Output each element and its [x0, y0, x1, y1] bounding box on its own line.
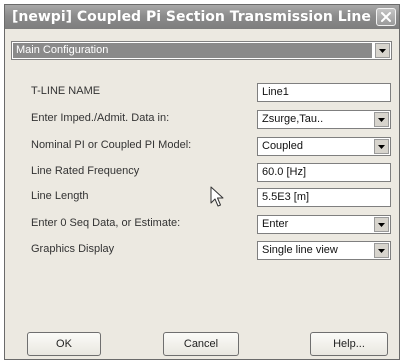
graphics-display-value: Single line view [262, 244, 338, 256]
zero-seq-value: Enter [262, 218, 289, 230]
chevron-down-icon [378, 117, 385, 122]
configuration-select[interactable]: Main Configuration [11, 41, 392, 60]
line-length-value: 5.5E3 [m] [262, 191, 310, 203]
tline-name-input[interactable]: Line1 [257, 83, 391, 102]
chevron-down-icon [379, 48, 386, 53]
zero-seq-dropdown-button[interactable] [374, 217, 389, 232]
rated-frequency-value: 60.0 [Hz] [262, 166, 307, 178]
graphics-display-select[interactable]: Single line view [257, 241, 391, 260]
imped-admit-dropdown-button[interactable] [374, 112, 389, 127]
cancel-button[interactable]: Cancel [163, 332, 239, 356]
graphics-display-dropdown-button[interactable] [374, 243, 389, 258]
pi-model-dropdown-button[interactable] [374, 139, 389, 154]
zero-seq-label: Enter 0 Seq Data, or Estimate: [31, 217, 181, 229]
line-length-input[interactable]: 5.5E3 [m] [257, 188, 391, 207]
close-icon [381, 12, 391, 22]
dialog-window: [newpi] Coupled Pi Section Transmission … [4, 4, 400, 360]
chevron-down-icon [378, 144, 385, 149]
pi-model-label: Nominal PI or Coupled PI Model: [31, 139, 192, 151]
pi-model-value: Coupled [262, 140, 303, 152]
zero-seq-select[interactable]: Enter [257, 215, 391, 234]
chevron-down-icon [378, 222, 385, 227]
configuration-dropdown-button[interactable] [375, 43, 390, 58]
mouse-pointer-icon [210, 186, 224, 207]
chevron-down-icon [378, 248, 385, 253]
title-bar[interactable]: [newpi] Coupled Pi Section Transmission … [5, 5, 399, 29]
imped-admit-label: Enter Imped./Admit. Data in: [31, 112, 170, 124]
ok-button[interactable]: OK [27, 332, 101, 356]
help-button[interactable]: Help... [310, 332, 388, 356]
line-length-label: Line Length [31, 190, 89, 202]
graphics-display-label: Graphics Display [31, 243, 115, 255]
rated-frequency-input[interactable]: 60.0 [Hz] [257, 163, 391, 182]
rated-frequency-label: Line Rated Frequency [31, 165, 140, 177]
tline-name-value: Line1 [262, 86, 289, 98]
window-title: [newpi] Coupled Pi Section Transmission … [12, 9, 371, 25]
close-button[interactable] [376, 8, 396, 26]
tline-name-label: T-LINE NAME [31, 85, 101, 97]
imped-admit-select[interactable]: Zsurge,Tau.. [257, 110, 391, 129]
configuration-select-value: Main Configuration [13, 43, 372, 58]
imped-admit-value: Zsurge,Tau.. [262, 113, 324, 125]
pi-model-select[interactable]: Coupled [257, 137, 391, 156]
